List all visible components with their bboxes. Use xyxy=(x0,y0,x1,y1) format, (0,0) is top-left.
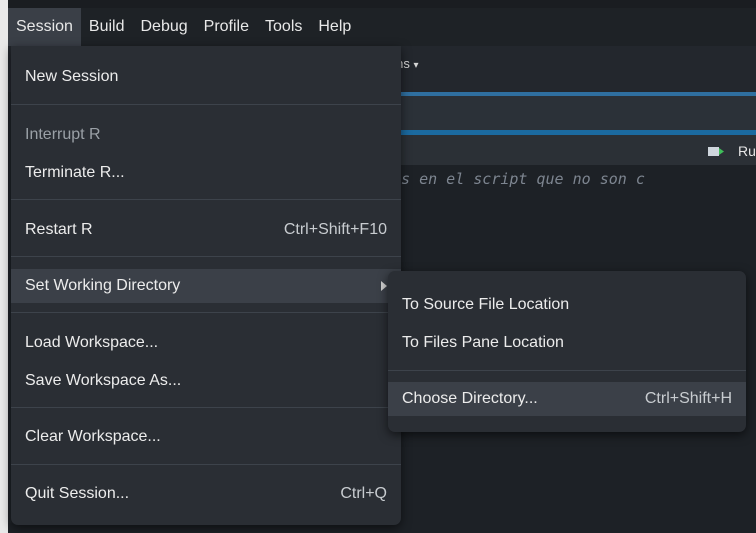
run-button-label[interactable]: Ru xyxy=(738,143,756,159)
editor-tab-bar xyxy=(392,96,756,130)
editor-toolbar xyxy=(392,135,756,165)
clear-workspace-item[interactable]: Clear Workspace... xyxy=(11,420,401,454)
menu-separator xyxy=(11,104,401,105)
terminate-r-label: Terminate R... xyxy=(25,164,125,181)
quit-session-label: Quit Session... xyxy=(25,485,130,502)
menubar: Session Build Debug Profile Tools Help xyxy=(8,8,756,46)
interrupt-r-item: Interrupt R xyxy=(11,118,401,152)
menu-help[interactable]: Help xyxy=(310,8,359,46)
set-working-directory-label: Set Working Directory xyxy=(25,277,181,294)
chevron-right-icon xyxy=(381,281,387,291)
menu-build[interactable]: Build xyxy=(81,8,133,46)
choose-directory-shortcut: Ctrl+Shift+H xyxy=(644,390,732,407)
to-files-pane-location-item[interactable]: To Files Pane Location xyxy=(388,326,746,360)
menu-tools[interactable]: Tools xyxy=(257,8,310,46)
menu-debug[interactable]: Debug xyxy=(133,8,196,46)
run-icon[interactable] xyxy=(708,146,724,157)
working-directory-submenu: To Source File Location To Files Pane Lo… xyxy=(388,271,746,432)
menu-profile[interactable]: Profile xyxy=(196,8,257,46)
set-working-directory-item[interactable]: Set Working Directory xyxy=(11,269,401,303)
new-session-item[interactable]: New Session xyxy=(11,60,401,94)
menu-separator xyxy=(11,199,401,200)
menu-separator xyxy=(11,256,401,257)
restart-r-shortcut: Ctrl+Shift+F10 xyxy=(283,221,387,238)
choose-directory-item[interactable]: Choose Directory... Ctrl+Shift+H xyxy=(388,382,746,416)
menu-separator xyxy=(11,464,401,465)
quit-session-item[interactable]: Quit Session... Ctrl+Q xyxy=(11,477,401,511)
clear-workspace-label: Clear Workspace... xyxy=(25,428,161,445)
load-workspace-label: Load Workspace... xyxy=(25,334,159,351)
terminate-r-item[interactable]: Terminate R... xyxy=(11,156,401,190)
menu-separator xyxy=(11,312,401,313)
menu-separator xyxy=(11,407,401,408)
menu-separator xyxy=(388,370,746,371)
restart-r-label: Restart R xyxy=(25,221,93,238)
interrupt-r-label: Interrupt R xyxy=(25,126,101,143)
new-session-label: New Session xyxy=(25,68,119,85)
save-workspace-item[interactable]: Save Workspace As... xyxy=(11,364,401,398)
code-comment-line: as en el script que no son c xyxy=(392,170,645,188)
window-top-edge xyxy=(0,0,756,8)
session-menu: New Session Interrupt R Terminate R... R… xyxy=(11,46,401,525)
save-workspace-label: Save Workspace As... xyxy=(25,372,182,389)
menu-session[interactable]: Session xyxy=(8,8,81,46)
restart-r-item[interactable]: Restart R Ctrl+Shift+F10 xyxy=(11,213,401,247)
to-source-file-location-label: To Source File Location xyxy=(402,296,570,313)
choose-directory-label: Choose Directory... xyxy=(402,390,538,407)
to-source-file-location-item[interactable]: To Source File Location xyxy=(388,288,746,322)
to-files-pane-location-label: To Files Pane Location xyxy=(402,334,564,351)
window-left-edge xyxy=(0,0,8,533)
load-workspace-item[interactable]: Load Workspace... xyxy=(11,326,401,360)
quit-session-shortcut: Ctrl+Q xyxy=(340,485,387,502)
chevron-down-icon: ▾ xyxy=(413,60,419,71)
